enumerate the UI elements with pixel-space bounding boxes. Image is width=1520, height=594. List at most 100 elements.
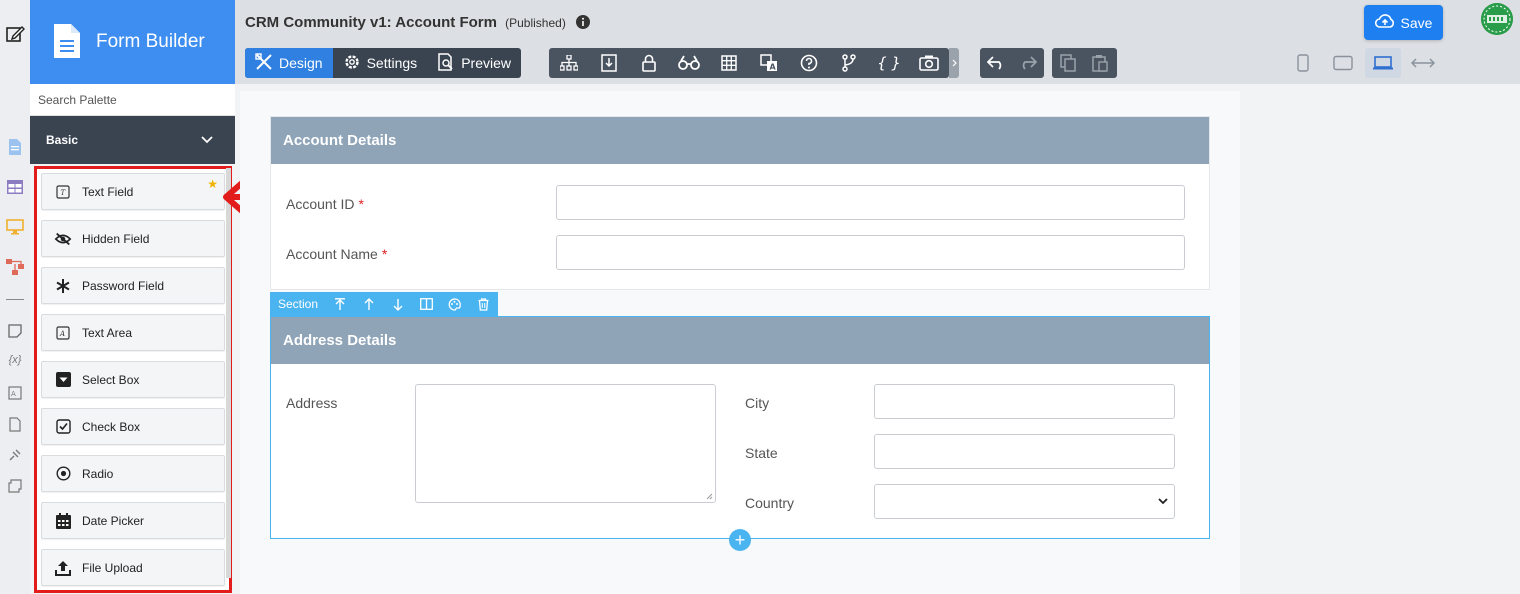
- palette-item-hidden-field[interactable]: Hidden Field: [41, 220, 225, 257]
- resize-handle-icon: [706, 493, 713, 500]
- tab-label: Preview: [461, 55, 511, 71]
- palette-item-text-field[interactable]: T Text Field ★: [41, 173, 225, 210]
- city-input[interactable]: [874, 384, 1175, 419]
- text-field-icon: T: [54, 183, 72, 201]
- palette-list: T Text Field ★ Hidden Field Password Fie…: [34, 166, 232, 593]
- address-textarea[interactable]: [415, 384, 716, 503]
- tool-group-clipboard: [1052, 48, 1117, 78]
- toolbar-scroll-right-icon[interactable]: [949, 48, 959, 78]
- note-icon[interactable]: [5, 321, 25, 341]
- palette-item-label: Select Box: [82, 372, 140, 387]
- help-icon[interactable]: [789, 48, 829, 78]
- rail-divider: [6, 299, 24, 300]
- code-braces-icon[interactable]: { }: [869, 48, 909, 78]
- account-id-label: Account ID *: [286, 196, 364, 212]
- palette-item-label: Check Box: [82, 419, 141, 434]
- account-name-label: Account Name *: [286, 246, 388, 262]
- save-button[interactable]: Save: [1364, 5, 1443, 40]
- script-icon[interactable]: [5, 476, 25, 496]
- palette-scrollbar[interactable]: [226, 168, 231, 578]
- section-toolbar: Section: [270, 292, 498, 316]
- palette-item-check-box[interactable]: Check Box: [41, 408, 225, 445]
- palette-item-password-field[interactable]: Password Field: [41, 267, 225, 304]
- import-icon[interactable]: [589, 48, 629, 78]
- copy-icon[interactable]: [1052, 48, 1084, 78]
- required-mark: *: [381, 246, 388, 262]
- lock-icon[interactable]: [629, 48, 669, 78]
- move-down-icon[interactable]: [383, 292, 412, 316]
- tab-settings[interactable]: Settings: [333, 48, 428, 78]
- tab-label: Settings: [366, 55, 418, 71]
- redo-icon[interactable]: [1012, 48, 1044, 78]
- undo-icon[interactable]: [980, 48, 1012, 78]
- palette-item-text-area[interactable]: A Text Area: [41, 314, 225, 351]
- translate-tool-icon[interactable]: A: [749, 48, 789, 78]
- form-title-area: CRM Community v1: Account Form (Publishe…: [245, 14, 590, 33]
- move-up-icon[interactable]: [355, 292, 384, 316]
- variable-icon[interactable]: {x}: [5, 350, 25, 370]
- country-label: Country: [745, 495, 795, 511]
- palette-item-label: File Upload: [82, 560, 143, 575]
- flow-diagram-icon[interactable]: [5, 257, 25, 277]
- tab-design[interactable]: Design: [245, 48, 333, 78]
- svg-text:A: A: [59, 330, 65, 338]
- form-title: CRM Community v1: Account Form: [245, 14, 497, 31]
- save-label: Save: [1400, 14, 1433, 31]
- translate-icon[interactable]: A: [5, 383, 25, 403]
- check-box-icon: [54, 418, 72, 436]
- columns-icon[interactable]: [412, 292, 441, 316]
- address-label: Address: [286, 395, 338, 411]
- grid-icon[interactable]: [709, 48, 749, 78]
- hierarchy-icon[interactable]: [549, 48, 589, 78]
- tool-group-history: [980, 48, 1044, 78]
- tool-group-main: A { }: [549, 48, 949, 78]
- laptop-view-icon[interactable]: [1365, 48, 1401, 78]
- section-address-details[interactable]: Address Details Address City State Count…: [270, 316, 1210, 539]
- plugin-icon[interactable]: [5, 445, 25, 465]
- text-area-icon: A: [54, 324, 72, 342]
- tab-preview[interactable]: Preview: [427, 48, 521, 78]
- svg-text:A: A: [770, 63, 777, 72]
- pdf-icon[interactable]: [5, 414, 25, 434]
- mobile-view-icon[interactable]: [1285, 48, 1321, 78]
- required-mark: *: [358, 196, 364, 212]
- palette-style-icon[interactable]: [441, 292, 470, 316]
- document-icon[interactable]: [5, 137, 25, 157]
- svg-text:A: A: [11, 390, 16, 398]
- palette-search-input[interactable]: [30, 84, 235, 115]
- avatar[interactable]: [1481, 3, 1513, 35]
- paste-icon[interactable]: [1084, 48, 1116, 78]
- palette-group-label: Basic: [46, 133, 79, 147]
- full-width-icon[interactable]: [1405, 48, 1441, 78]
- table-layout-icon[interactable]: [5, 177, 25, 197]
- star-icon: ★: [207, 177, 218, 191]
- add-section-button[interactable]: +: [729, 529, 751, 551]
- form-document-icon: [52, 22, 82, 63]
- palette-group-header[interactable]: Basic: [30, 116, 235, 164]
- palette-item-radio[interactable]: Radio: [41, 455, 225, 492]
- info-icon[interactable]: [576, 15, 590, 33]
- binoculars-icon[interactable]: [669, 48, 709, 78]
- account-id-input[interactable]: [556, 185, 1185, 220]
- palette-item-date-picker[interactable]: Date Picker: [41, 502, 225, 539]
- account-name-input[interactable]: [556, 235, 1185, 270]
- chevron-down-icon: [1158, 498, 1168, 505]
- palette-item-label: Hidden Field: [82, 231, 150, 246]
- edit-icon[interactable]: [5, 24, 25, 44]
- camera-icon[interactable]: [909, 48, 949, 78]
- branch-icon[interactable]: [829, 48, 869, 78]
- palette-search: [30, 84, 235, 116]
- palette-item-file-upload[interactable]: File Upload: [41, 549, 225, 586]
- palette-item-label: Text Area: [82, 325, 133, 340]
- section-account-details[interactable]: Account Details Account ID * Account Name…: [270, 116, 1210, 290]
- trash-icon[interactable]: [469, 292, 498, 316]
- tablet-view-icon[interactable]: [1325, 48, 1361, 78]
- monitor-icon[interactable]: [5, 217, 25, 237]
- move-top-icon[interactable]: [326, 292, 355, 316]
- state-label: State: [745, 445, 778, 461]
- brand-header: Form Builder: [30, 0, 235, 84]
- mode-tabs: Design Settings Preview: [245, 48, 521, 78]
- palette-item-select-box[interactable]: Select Box: [41, 361, 225, 398]
- state-input[interactable]: [874, 434, 1175, 469]
- country-select[interactable]: [874, 484, 1175, 519]
